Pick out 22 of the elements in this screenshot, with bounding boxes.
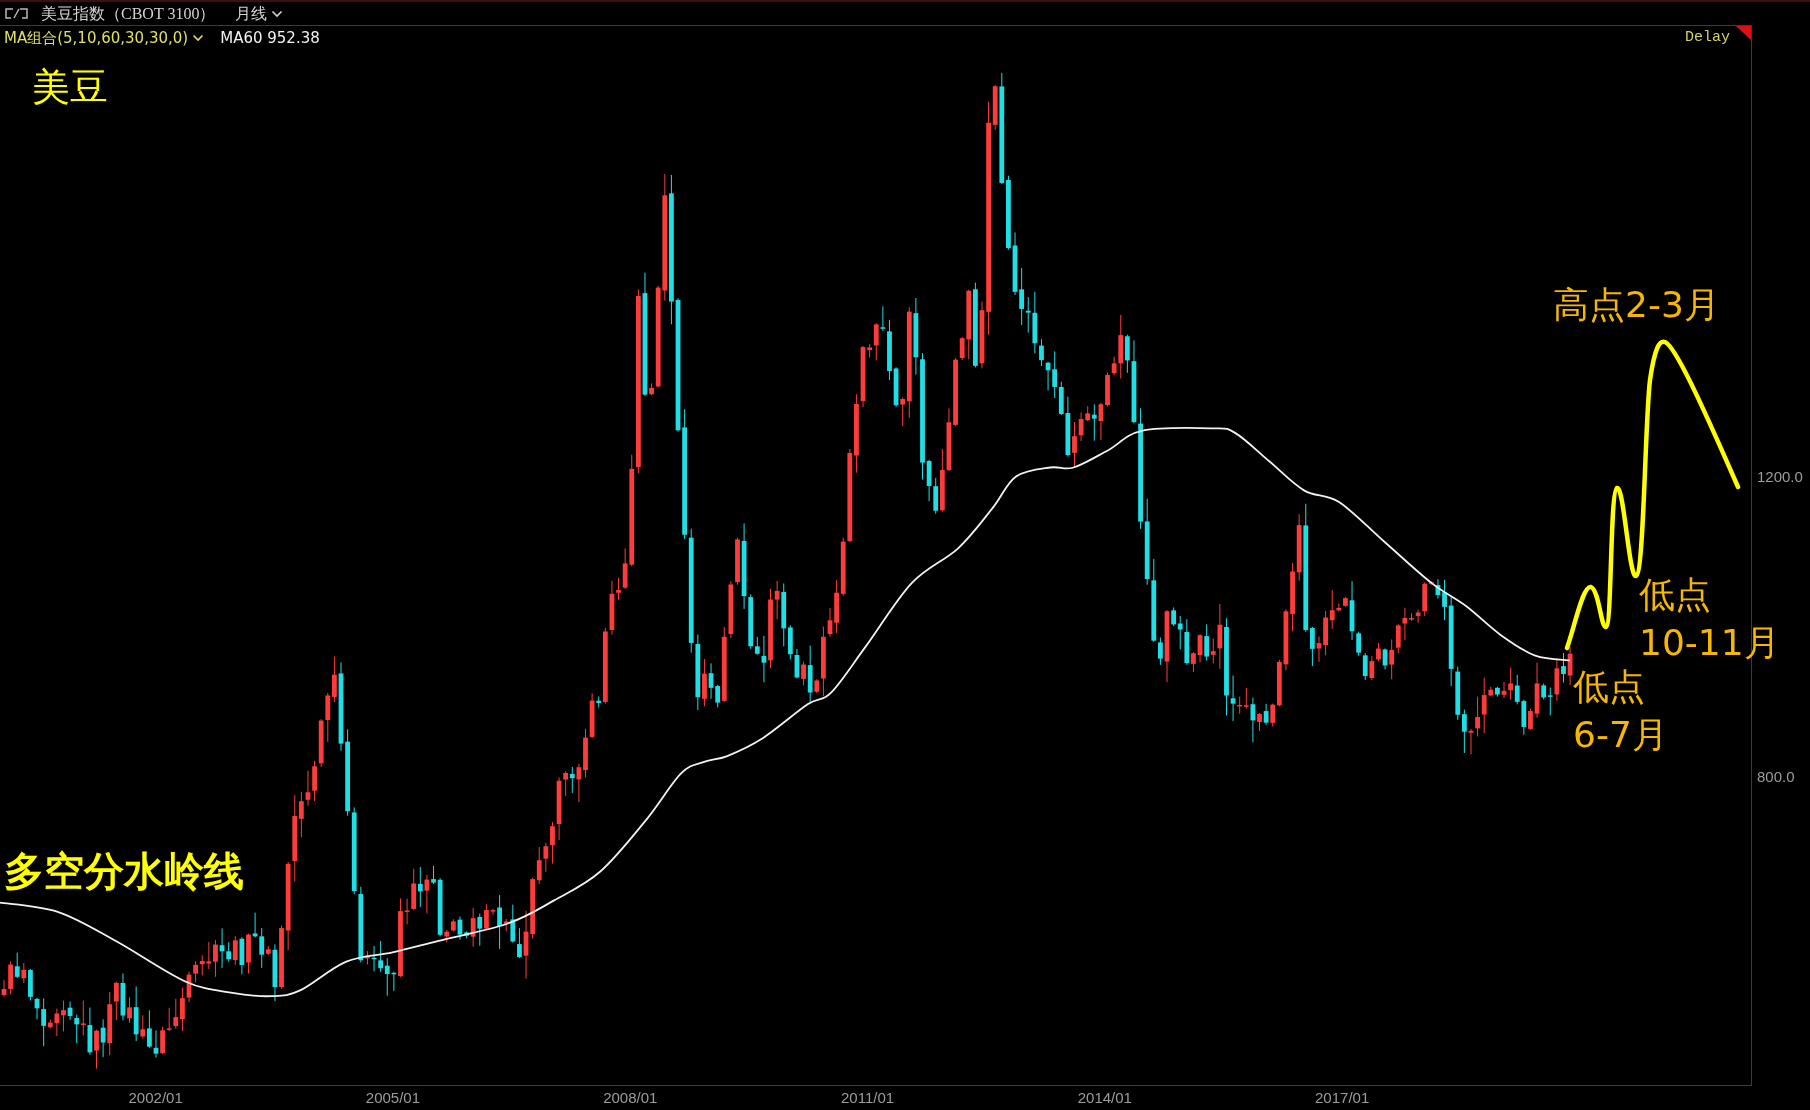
x-axis-label: 2011/01 [841, 1089, 895, 1107]
chevron-down-icon [271, 9, 284, 18]
indicator-dropdown[interactable]: MA组合(5,10,60,30,30,0) [4, 28, 205, 48]
x-axis-label: 2002/01 [128, 1089, 183, 1107]
trend-line-label: 多空分水岭线 [4, 848, 244, 894]
delay-label: Delay [1685, 29, 1730, 47]
x-axis-label: 2014/01 [1077, 1089, 1132, 1107]
x-axis-label: 2017/01 [1315, 1089, 1370, 1107]
chart-title: 美豆指数（CBOT 3100） [41, 3, 216, 24]
x-axis-label: 2005/01 [365, 1089, 421, 1107]
y-axis-label: 1200.0 [1757, 468, 1804, 486]
forecast-high-label: 高点2-3月 [1553, 284, 1720, 326]
ma-reading: MA60 952.38 [220, 28, 320, 48]
asset-label: 美豆 [32, 66, 108, 108]
corner-triangle-icon [1736, 26, 1751, 40]
chain-link-icon[interactable] [4, 8, 29, 19]
period-dropdown[interactable]: 月线 [235, 3, 284, 24]
y-axis-label: 800.0 [1757, 768, 1796, 786]
forecast-low-label: 低点 6-7月 [1573, 665, 1668, 757]
x-axis-label: 2008/01 [603, 1089, 658, 1107]
forecast-low-label: 低点 10-11月 [1639, 573, 1780, 665]
chevron-down-icon [192, 34, 205, 42]
